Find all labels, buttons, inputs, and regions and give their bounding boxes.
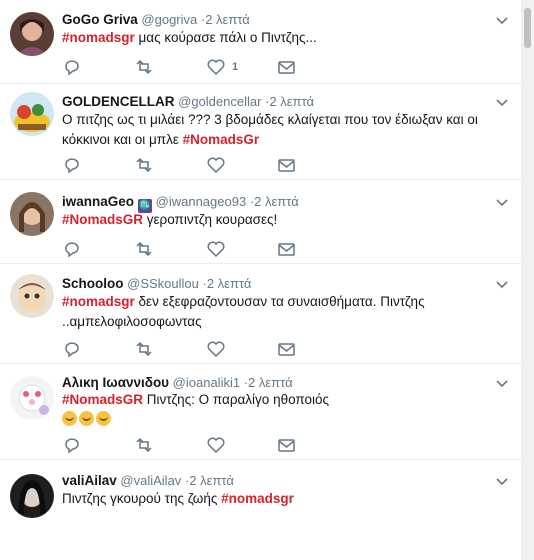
avatar[interactable] <box>10 92 54 136</box>
tweet-text: #NomadsGR γεροπιντζη κουρασες! <box>62 210 502 230</box>
avatar[interactable] <box>10 376 54 420</box>
retweet-icon[interactable] <box>134 436 154 454</box>
author-name[interactable]: valiAilav <box>62 473 117 488</box>
timestamp[interactable]: 2 λεπτά <box>254 194 299 209</box>
author-handle[interactable]: @iwannageo93 <box>156 194 247 209</box>
tweet[interactable]: iwannaGeo ♏ @iwannageo93 ·2 λεπτά #Nomads… <box>0 180 521 264</box>
laughing-emoji-icon <box>96 411 111 426</box>
avatar[interactable] <box>10 474 54 518</box>
tweet[interactable]: Schooloo @SSkoullou ·2 λεπτά #nomadsgr δ… <box>0 264 521 364</box>
tweet-header: Αλικη Ιωαννιδου @ioanaliki1 ·2 λεπτά <box>62 375 293 391</box>
chevron-down-icon[interactable] <box>495 198 509 208</box>
retweet-icon[interactable] <box>134 58 154 76</box>
avatar[interactable] <box>10 12 54 56</box>
tweet-header: GoGo Griva @gogriva ·2 λεπτά <box>62 12 250 28</box>
hashtag-link[interactable]: #NomadsGr <box>183 132 260 147</box>
tweet[interactable]: GOLDENCELLAR @goldencellar ·2 λεπτά Ο πι… <box>0 84 521 180</box>
chevron-down-icon[interactable] <box>495 98 509 108</box>
tweet-text-part: Ο πιτζης ως τι μιλάει ??? 3 βδομάδες κλα… <box>62 112 478 147</box>
chevron-down-icon[interactable] <box>495 379 509 389</box>
laughing-emoji-icon <box>79 411 94 426</box>
author-handle[interactable]: @SSkoullou <box>127 276 199 291</box>
author-name[interactable]: Schooloo <box>62 276 124 291</box>
tweet-text: Πιντζης γκουρού της ζωής #nomadsgr <box>62 489 502 509</box>
message-icon[interactable] <box>277 340 297 358</box>
retweet-icon[interactable] <box>134 340 154 358</box>
tweet[interactable]: GoGo Griva @gogriva ·2 λεπτά #nomadsgr μ… <box>0 0 521 84</box>
tweet-actions: 1 <box>62 58 302 76</box>
message-icon[interactable] <box>277 58 297 76</box>
scrollbar[interactable] <box>521 0 534 560</box>
tweet-text: #nomadsgr μας κούρασε πάλι ο Πιντζης... <box>62 28 502 48</box>
hashtag-link[interactable]: #NomadsGR <box>62 212 143 227</box>
tweet-header: valiAilav @valiAilav ·2 λεπτά <box>62 473 234 489</box>
hashtag-link[interactable]: #nomadsgr <box>221 491 294 506</box>
tweet-text-part: γεροπιντζη κουρασες! <box>143 212 278 227</box>
tweet-actions <box>62 340 302 358</box>
hashtag-link[interactable]: #nomadsgr <box>62 30 135 45</box>
reply-icon[interactable] <box>62 240 82 258</box>
hashtag-link[interactable]: #NomadsGR <box>62 392 143 407</box>
timestamp[interactable]: 2 λεπτά <box>248 375 293 390</box>
author-name[interactable]: Αλικη Ιωαννιδου <box>62 375 169 390</box>
chevron-down-icon[interactable] <box>495 16 509 26</box>
reply-icon[interactable] <box>62 58 82 76</box>
like-count: 1 <box>232 61 239 73</box>
message-icon[interactable] <box>277 436 297 454</box>
author-name[interactable]: iwannaGeo <box>62 194 134 209</box>
tweet-text-part: Πιντζης γκουρού της ζωής <box>62 491 222 506</box>
author-handle[interactable]: @gogriva <box>141 12 197 27</box>
laughing-emoji-icon <box>62 411 77 426</box>
chevron-down-icon[interactable] <box>495 477 509 487</box>
avatar[interactable] <box>10 192 54 236</box>
like-icon[interactable] <box>206 156 226 174</box>
message-icon[interactable] <box>277 156 297 174</box>
tweet-actions <box>62 240 302 258</box>
tweet-header: GOLDENCELLAR @goldencellar ·2 λεπτά <box>62 94 314 110</box>
timestamp[interactable]: 2 λεπτά <box>189 473 234 488</box>
author-handle[interactable]: @valiAilav <box>120 473 181 488</box>
emoji-row <box>62 410 113 426</box>
author-name[interactable]: GOLDENCELLAR <box>62 94 175 109</box>
timestamp[interactable]: 2 λεπτά <box>207 276 252 291</box>
timestamp[interactable]: 2 λεπτά <box>269 94 314 109</box>
tweet-text-part: Πιντζης: Ο παραλίγο ηθοποιός <box>143 392 330 407</box>
like-icon[interactable] <box>206 436 226 454</box>
hashtag-link[interactable]: #nomadsgr <box>62 294 135 309</box>
like-icon[interactable] <box>206 58 226 76</box>
tweet-text: #NomadsGR Πιντζης: Ο παραλίγο ηθοποιός <box>62 390 502 410</box>
reply-icon[interactable] <box>62 156 82 174</box>
timestamp[interactable]: 2 λεπτά <box>205 12 250 27</box>
tweet[interactable]: Αλικη Ιωαννιδου @ioanaliki1 ·2 λεπτά #No… <box>0 364 521 460</box>
tweet-text: Ο πιτζης ως τι μιλάει ??? 3 βδομάδες κλα… <box>62 110 512 150</box>
tweet-actions <box>62 436 302 454</box>
scrollbar-thumb[interactable] <box>524 8 531 48</box>
author-name[interactable]: GoGo Griva <box>62 12 138 27</box>
tweet-header: Schooloo @SSkoullou ·2 λεπτά <box>62 276 251 292</box>
chevron-down-icon[interactable] <box>495 280 509 290</box>
like-icon[interactable] <box>206 240 226 258</box>
reply-icon[interactable] <box>62 436 82 454</box>
avatar[interactable] <box>10 274 54 318</box>
like-icon[interactable] <box>206 340 226 358</box>
message-icon[interactable] <box>277 240 297 258</box>
tweet-text-part: μας κούρασε πάλι ο Πιντζης... <box>134 30 317 45</box>
retweet-icon[interactable] <box>134 156 154 174</box>
author-handle[interactable]: @goldencellar <box>178 94 261 109</box>
author-handle[interactable]: @ioanaliki1 <box>173 375 240 390</box>
retweet-icon[interactable] <box>134 240 154 258</box>
tweet[interactable]: valiAilav @valiAilav ·2 λεπτά Πιντζης γκ… <box>0 460 521 560</box>
tweet-text: #nomadsgr δεν εξεφραζοντουσαν τα συναισθ… <box>62 292 482 332</box>
tweet-actions <box>62 156 302 174</box>
reply-icon[interactable] <box>62 340 82 358</box>
